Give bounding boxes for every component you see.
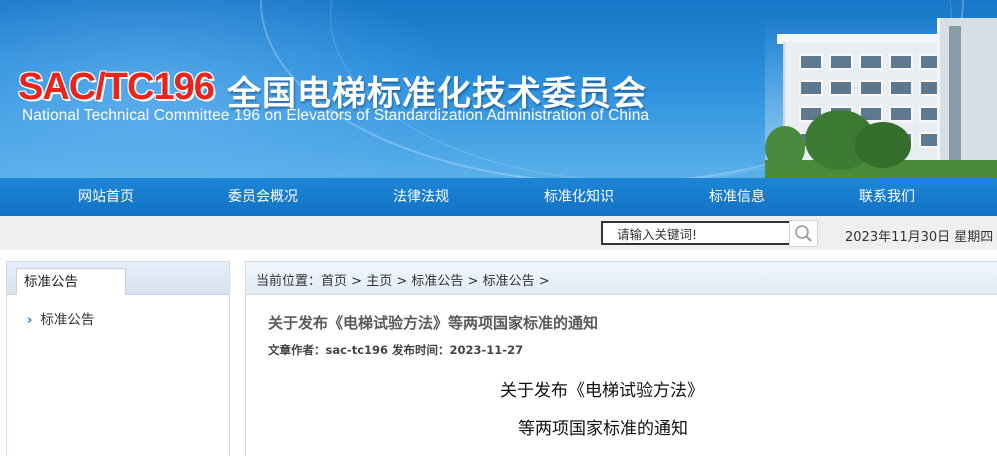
current-date: 2023年11月30日 星期四 bbox=[845, 230, 994, 245]
article-heading-line-2: 等两项国家标准的通知 bbox=[518, 419, 688, 439]
article-title: 关于发布《电梯试验方法》等两项国家标准的通知 bbox=[268, 314, 599, 332]
breadcrumb-separator: > bbox=[463, 274, 483, 289]
article-heading-line-1: 关于发布《电梯试验方法》 bbox=[500, 381, 704, 401]
nav-contact-us[interactable]: 联系我们 bbox=[859, 178, 915, 216]
site-banner: SAC/TC196 全国电梯标准化技术委员会 National Technica… bbox=[0, 0, 997, 178]
main-content: 当前位置：首页 > 主页 > 标准公告 > 标准公告 > 关于发布《电梯试验方法… bbox=[245, 261, 997, 456]
committee-code: SAC/TC196 bbox=[18, 66, 215, 108]
breadcrumb-separator: > bbox=[392, 274, 412, 289]
breadcrumb-item-current[interactable]: 标准公告 bbox=[483, 274, 535, 289]
nav-standard-info[interactable]: 标准信息 bbox=[709, 178, 765, 216]
chevron-right-icon: › bbox=[27, 313, 33, 328]
sidebar-item-standard-announcement[interactable]: › 标准公告 bbox=[27, 308, 94, 328]
breadcrumb-item-home[interactable]: 首页 bbox=[321, 274, 347, 289]
nav-laws-regulations[interactable]: 法律法规 bbox=[393, 178, 449, 216]
committee-name-en: National Technical Committee 196 on Elev… bbox=[22, 107, 650, 124]
breadcrumb-separator: > bbox=[347, 274, 367, 289]
building-photo bbox=[765, 18, 997, 178]
nav-committee-overview[interactable]: 委员会概况 bbox=[228, 178, 298, 216]
sidebar-title: 标准公告 bbox=[16, 268, 126, 295]
sidebar-header: 标准公告 bbox=[7, 262, 229, 295]
nav-home[interactable]: 网站首页 bbox=[78, 178, 134, 216]
article-meta: 文章作者：sac-tc196 发布时间：2023-11-27 bbox=[268, 343, 524, 357]
breadcrumb-item-category[interactable]: 标准公告 bbox=[411, 274, 463, 289]
search-icon bbox=[795, 225, 812, 242]
breadcrumb-separator: > bbox=[534, 274, 550, 289]
nav-standardization-knowledge[interactable]: 标准化知识 bbox=[544, 178, 614, 216]
main-nav: 网站首页 委员会概况 法律法规 标准化知识 标准信息 联系我们 bbox=[0, 178, 997, 216]
search-button[interactable] bbox=[789, 220, 818, 247]
breadcrumb-item-main[interactable]: 主页 bbox=[366, 274, 392, 289]
breadcrumb-prefix: 当前位置： bbox=[256, 274, 322, 289]
sidebar: 标准公告 › 标准公告 bbox=[6, 261, 230, 456]
search-input[interactable] bbox=[601, 221, 799, 245]
sidebar-item-label: 标准公告 bbox=[40, 312, 95, 328]
breadcrumb-bar: 当前位置：首页 > 主页 > 标准公告 > 标准公告 > bbox=[246, 262, 997, 295]
breadcrumb: 当前位置：首页 > 主页 > 标准公告 > 标准公告 > bbox=[256, 270, 550, 289]
